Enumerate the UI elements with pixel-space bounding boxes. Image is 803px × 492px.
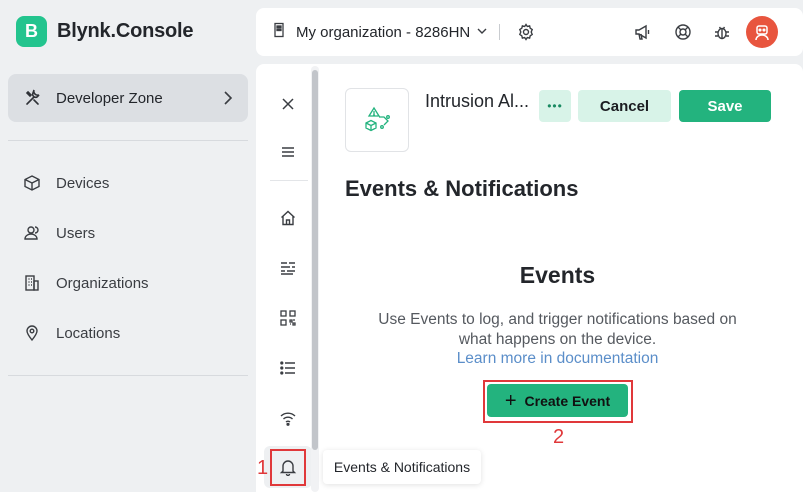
qr-icon[interactable]	[264, 300, 312, 336]
home-icon[interactable]	[264, 200, 312, 236]
tools-icon	[23, 89, 43, 107]
building-icon	[272, 22, 286, 43]
brand-logo: B	[16, 16, 47, 47]
building-icon	[22, 274, 42, 292]
users-icon	[22, 224, 42, 242]
scrollbar[interactable]	[311, 66, 319, 492]
product-image[interactable]	[345, 88, 409, 152]
divider	[8, 140, 248, 141]
documentation-link[interactable]: Learn more in documentation	[345, 350, 770, 368]
sidebar-item-label: Users	[56, 224, 96, 242]
location-pin-icon	[22, 324, 42, 342]
help-lifebuoy-icon[interactable]	[672, 21, 694, 43]
cancel-button[interactable]: Cancel	[578, 90, 671, 122]
events-heading: Events	[519, 262, 596, 288]
annotation-box-2	[483, 380, 633, 423]
datastreams-icon[interactable]	[264, 250, 312, 286]
save-button[interactable]: Save	[679, 90, 771, 122]
cube-icon	[22, 174, 42, 192]
sidebar-item-label: Devices	[56, 174, 110, 192]
bug-icon[interactable]	[711, 21, 733, 43]
sidebar-item-label: Locations	[56, 324, 121, 342]
sidebar-item-users[interactable]: Users	[22, 221, 95, 245]
chevron-right-icon	[218, 88, 238, 113]
sidebar-item-label: Developer Zone	[56, 89, 163, 107]
more-options-button[interactable]: •••	[539, 90, 571, 122]
events-description: Use Events to log, and trigger notificat…	[378, 311, 737, 348]
sidebar-item-developer-zone[interactable]: Developer Zone	[8, 74, 248, 122]
page-title: Events & Notifications	[345, 176, 579, 201]
brand-name: Blynk.Console	[57, 20, 194, 42]
organization-selector[interactable]: My organization - 8286HN	[272, 22, 488, 43]
divider	[8, 375, 248, 376]
annotation-label-1: 1	[257, 457, 269, 479]
organization-name: My organization - 8286HN	[296, 24, 471, 41]
settings-gear-icon[interactable]	[515, 21, 537, 43]
sidebar: B Blynk.Console Developer Zone Devices U…	[0, 0, 256, 492]
menu-icon[interactable]	[264, 134, 312, 170]
close-icon[interactable]	[264, 86, 312, 122]
product-name: Intrusion Al...	[425, 91, 530, 111]
wifi-icon[interactable]	[264, 400, 312, 436]
product-rail	[264, 64, 312, 492]
scrollbar-thumb[interactable]	[312, 70, 318, 450]
top-bar: My organization - 8286HN	[256, 8, 803, 56]
user-avatar[interactable]	[746, 16, 778, 48]
divider	[499, 24, 500, 40]
announcement-megaphone-icon[interactable]	[632, 21, 654, 43]
tooltip: Events & Notifications	[323, 450, 481, 484]
sidebar-item-devices[interactable]: Devices	[22, 171, 109, 195]
chevron-down-icon	[476, 24, 488, 42]
list-icon[interactable]	[264, 350, 312, 386]
annotation-box-1	[270, 449, 306, 486]
sidebar-item-organizations[interactable]: Organizations	[22, 271, 149, 295]
annotation-label-2: 2	[553, 426, 565, 448]
main-panel: Intrusion Al... ••• Cancel Save Events &…	[256, 64, 803, 492]
sidebar-item-label: Organizations	[56, 274, 149, 292]
sidebar-item-locations[interactable]: Locations	[22, 321, 120, 345]
divider	[270, 180, 308, 181]
brand[interactable]: B Blynk.Console	[16, 16, 194, 47]
